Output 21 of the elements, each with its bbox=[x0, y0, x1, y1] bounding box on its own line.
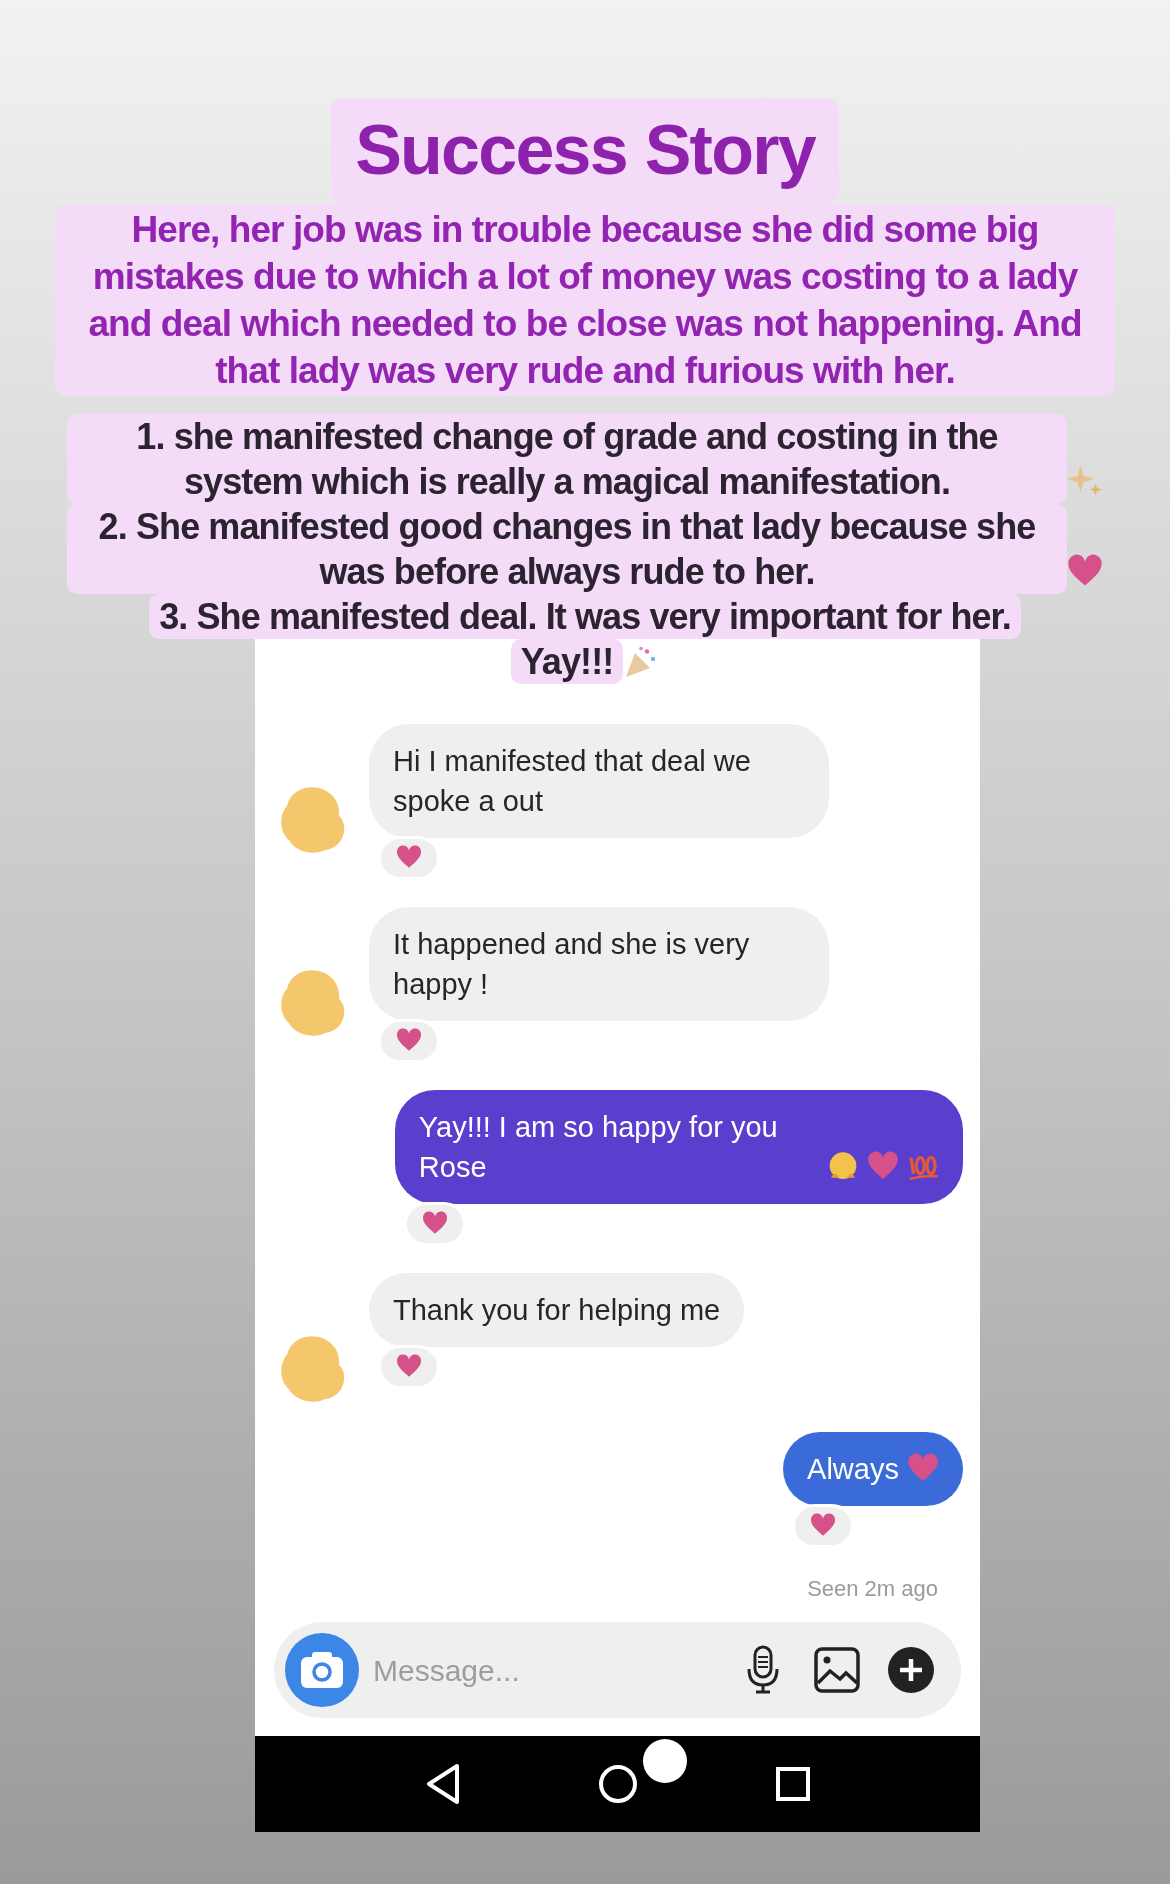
back-triangle-icon bbox=[424, 1763, 461, 1805]
message-bubble: Hi I manifested that deal we spoke a out bbox=[369, 724, 829, 838]
story-text: Here, her job was in trouble because she did some big mistakes due to which a lot of money was costing to a lady and deal which needed to be close was not happening. And that lady was very rude and furious with her. bbox=[55, 204, 1115, 396]
story-point: 1. she manifested change of grade and costing in the system which is really a magical manifestation. bbox=[67, 414, 1067, 504]
home-circle-icon bbox=[597, 1764, 638, 1804]
message-bubble: It happened and she is very happy ! bbox=[369, 907, 829, 1021]
recents-square-icon bbox=[774, 1766, 811, 1802]
camera-icon bbox=[299, 1650, 345, 1690]
seen-status: Seen 2m ago bbox=[807, 1575, 938, 1604]
plus-icon bbox=[887, 1646, 935, 1694]
message-bubble: Thank you for helping me bbox=[369, 1273, 745, 1347]
story-point: 2. She manifested good changes in that lady because she was before always rude to her. bbox=[67, 504, 1067, 594]
story-point: 3. She manifested deal. It was very important for her. bbox=[149, 594, 1021, 639]
cover-dot bbox=[642, 1738, 688, 1784]
message-text: Yay!!! I am so happy for you Rose bbox=[418, 1110, 779, 1185]
story-title: Success Story bbox=[331, 98, 839, 204]
message-text: Always bbox=[807, 1452, 899, 1488]
camera-button[interactable] bbox=[285, 1633, 359, 1707]
microphone-icon bbox=[746, 1645, 780, 1695]
image-icon bbox=[814, 1647, 860, 1693]
story-point: Yay!!! bbox=[510, 639, 624, 684]
